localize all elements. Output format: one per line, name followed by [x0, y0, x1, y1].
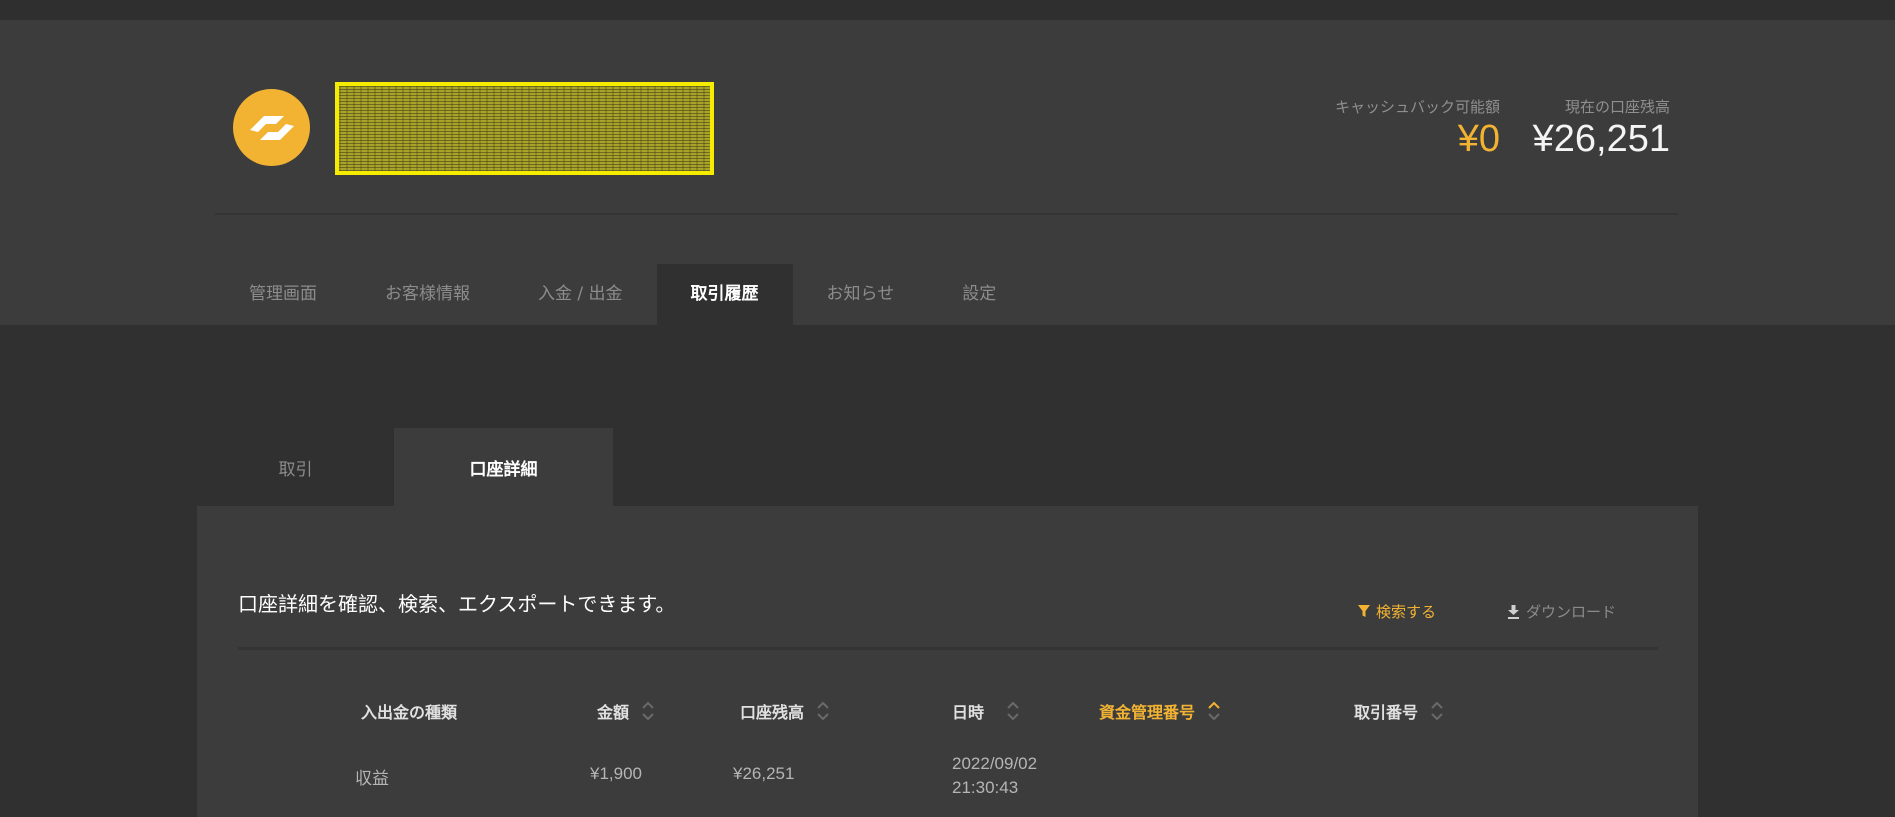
column-header-type-label: 入出金の種類 — [361, 703, 458, 722]
top-strip — [0, 0, 1895, 20]
nav-item-settings[interactable]: 設定 — [928, 264, 1030, 325]
download-button[interactable]: ダウンロード — [1507, 601, 1616, 622]
cell-time: 21:30:43 — [952, 778, 1019, 797]
search-button[interactable]: 検索する — [1358, 601, 1436, 622]
cell-balance: ¥26,251 — [733, 764, 795, 783]
column-header-amount[interactable]: 金額 — [597, 699, 655, 723]
header-divider — [215, 213, 1678, 215]
brand-logo-icon[interactable] — [233, 89, 310, 166]
sort-icon — [642, 701, 654, 721]
column-header-type[interactable]: 入出金の種類 — [361, 699, 457, 723]
column-header-balance-label: 口座残高 — [740, 703, 805, 722]
account-details-panel: 口座詳細を確認、検索、エクスポートできます。 検索する ダウンロード 入出金の種… — [197, 506, 1698, 817]
sort-icon — [817, 701, 829, 721]
current-balance-value: ¥26,251 — [1532, 118, 1670, 160]
cashback-value: ¥0 — [1457, 118, 1500, 160]
panel-divider — [238, 647, 1658, 650]
column-header-trade-id[interactable]: 取引番号 — [1354, 699, 1444, 723]
nav-item-customer-info[interactable]: お客様情報 — [351, 264, 504, 325]
exchange-arrows-icon — [249, 115, 294, 140]
nav-item-deposit-withdraw[interactable]: 入金 / 出金 — [504, 264, 657, 325]
redacted-account-name — [335, 82, 714, 175]
current-balance-label: 現在の口座残高 — [1564, 98, 1670, 116]
tab-account-details[interactable]: 口座詳細 — [394, 428, 613, 506]
cell-date: 2022/09/02 — [952, 754, 1038, 773]
column-header-fund-id-label: 資金管理番号 — [1099, 703, 1196, 722]
nav-item-dashboard[interactable]: 管理画面 — [215, 264, 351, 325]
column-header-balance[interactable]: 口座残高 — [740, 699, 830, 723]
sort-asc-icon — [1208, 701, 1220, 721]
sort-icon — [1007, 701, 1019, 721]
column-header-fund-id[interactable]: 資金管理番号 — [1099, 699, 1221, 723]
nav-item-notices[interactable]: お知らせ — [793, 264, 929, 325]
column-header-amount-label: 金額 — [597, 703, 630, 722]
download-icon — [1508, 604, 1519, 619]
filter-icon — [1358, 605, 1370, 617]
cell-type: 収益 — [355, 769, 389, 788]
cell-amount: ¥1,900 — [590, 764, 642, 783]
current-balance: 現在の口座残高 ¥26,251 — [1533, 96, 1670, 161]
cashback-label: キャッシュバック可能額 — [1334, 98, 1500, 116]
main-nav: 管理画面 お客様情報 入金 / 出金 取引履歴 お知らせ 設定 — [215, 264, 1030, 325]
nav-item-trade-history[interactable]: 取引履歴 — [656, 264, 793, 325]
tab-trades[interactable]: 取引 — [197, 428, 394, 506]
column-header-trade-id-label: 取引番号 — [1354, 703, 1419, 722]
sort-icon — [1431, 701, 1443, 721]
history-subtabs: 取引 口座詳細 — [197, 428, 613, 506]
column-header-datetime[interactable]: 日時 — [952, 699, 1020, 723]
download-label: ダウンロード — [1526, 603, 1617, 621]
column-header-datetime-label: 日時 — [952, 703, 985, 722]
cashback-balance: キャッシュバック可能額 ¥0 — [1335, 96, 1500, 161]
search-label: 検索する — [1376, 603, 1437, 621]
panel-description: 口座詳細を確認、検索、エクスポートできます。 — [238, 592, 676, 616]
